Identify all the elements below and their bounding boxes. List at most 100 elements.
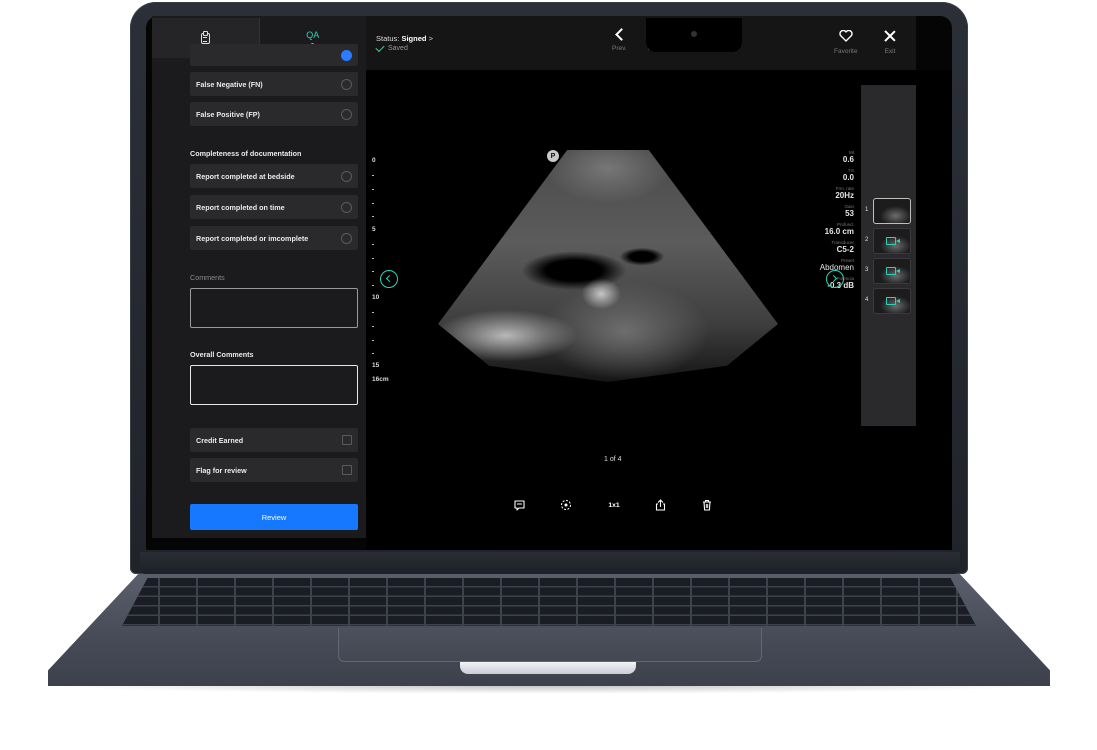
depth-tick [372, 216, 374, 217]
page-indicator: 1 of 4 [604, 456, 622, 463]
radio-selected[interactable] [341, 49, 352, 61]
thumbnail-strip [861, 85, 916, 426]
comments-input[interactable] [190, 288, 358, 328]
close-icon [884, 30, 896, 42]
depth-mark: 0 [372, 157, 376, 164]
depth-tick [372, 271, 374, 272]
keyboard-rows [122, 578, 976, 626]
option-false-positive[interactable]: False Positive (FP) [190, 102, 358, 126]
radio-on-time[interactable] [341, 201, 352, 213]
heart-icon [839, 30, 853, 42]
thumbnail-number: 4 [865, 297, 869, 303]
measure-button[interactable] [560, 499, 572, 511]
depth-tick [372, 189, 374, 190]
status[interactable]: Status: Signed > [376, 34, 433, 43]
option-label: Report completed on time [196, 202, 285, 212]
delete-button[interactable] [701, 499, 713, 511]
option-scrolled[interactable] [190, 44, 358, 66]
status-chevron: > [428, 34, 433, 43]
param-gain: Gain 53 [800, 204, 854, 218]
saved-indicator: Saved [375, 42, 408, 52]
param-value: 0.6 [842, 155, 854, 164]
collapse-panel-button[interactable] [380, 270, 398, 288]
depth-tick [372, 312, 374, 313]
radio-incomplete[interactable] [341, 232, 352, 244]
option-label: False Negative (FN) [196, 79, 263, 89]
saved-label: Saved [388, 45, 408, 52]
option-bedside[interactable]: Report completed at bedside [190, 164, 358, 188]
touch-icon [561, 500, 571, 510]
annotation-button[interactable] [513, 499, 525, 511]
param-value: 0.0 [842, 173, 854, 182]
depth-tick [372, 353, 374, 354]
viewer-header: Status: Signed > Saved Prev. Next Favori… [366, 16, 916, 70]
checkmark-icon [375, 42, 385, 52]
param-frame-rate: Frm. rate 20Hz [800, 186, 854, 200]
depth-tick [372, 258, 374, 259]
depth-tick [372, 175, 374, 176]
option-label: Report completed at bedside [196, 171, 295, 181]
favorite-button[interactable]: Favorite [834, 30, 857, 55]
depth-mark: 10 [372, 294, 380, 301]
depth-mark: 5 [372, 226, 376, 233]
completeness-title: Completeness of documentation [190, 149, 302, 158]
thumbnail-3[interactable] [873, 258, 911, 284]
prev-button[interactable]: Prev. [612, 28, 628, 52]
option-false-negative[interactable]: False Negative (FN) [190, 72, 358, 96]
exit-button[interactable]: Exit [884, 30, 896, 55]
thumbnail-2[interactable] [873, 228, 911, 254]
credit-earned-row[interactable]: Credit Earned [190, 428, 358, 452]
thumbnail-1[interactable] [873, 198, 911, 224]
share-button[interactable] [654, 499, 666, 511]
option-label: False Positive (FP) [196, 109, 260, 119]
expand-thumbnails-button[interactable] [826, 270, 844, 288]
depth-tick [372, 285, 374, 286]
thumbnail-number: 3 [865, 267, 869, 273]
video-icon [886, 297, 900, 305]
thumbnail-4[interactable] [873, 288, 911, 314]
overall-comments-input[interactable] [190, 365, 358, 405]
param-value: 20Hz [835, 191, 854, 200]
radio-bedside[interactable] [341, 170, 352, 182]
camera-notch [646, 18, 742, 52]
param-value: 53 [845, 209, 854, 218]
trash-icon [703, 499, 711, 511]
option-incomplete[interactable]: Report completed or imcomplete [190, 226, 358, 250]
radio-false-negative[interactable] [341, 78, 352, 90]
option-on-time[interactable]: Report completed on time [190, 195, 358, 219]
front-notch [460, 662, 636, 674]
status-value: Signed [401, 34, 427, 43]
comment-icon [513, 499, 525, 511]
status-prefix: Status: [376, 34, 400, 43]
qa-panel: QA False Negative (FN) False Positive (F… [152, 16, 366, 538]
param-value: Abdomen [819, 263, 854, 272]
share-icon [655, 499, 665, 511]
depth-tick [372, 340, 374, 341]
depth-mark: 15 [372, 362, 380, 369]
depth-max: 16cm [372, 376, 389, 383]
probe-orientation-marker: P [547, 150, 559, 162]
review-button[interactable]: Review [190, 504, 358, 530]
param-mi: MI 0.6 [800, 150, 854, 164]
option-label: Report completed or imcomplete [196, 233, 309, 243]
flag-review-row[interactable]: Flag for review [190, 458, 358, 482]
param-transducer: Transducer C5-2 [800, 240, 854, 254]
laptop-chin [140, 552, 960, 574]
checkbox-label: Credit Earned [196, 435, 244, 445]
radio-false-positive[interactable] [341, 108, 352, 120]
comments-label: Comments [190, 273, 225, 282]
layout-button[interactable]: 1x1 [607, 499, 621, 511]
prev-label: Prev. [612, 45, 627, 52]
favorite-label: Favorite [834, 48, 858, 55]
flag-review-checkbox[interactable] [342, 465, 352, 475]
param-value: C5-2 [836, 245, 854, 254]
credit-earned-checkbox[interactable] [342, 435, 352, 445]
param-preset: Preset Abdomen [800, 258, 854, 272]
checkbox-label: Flag for review [196, 465, 247, 475]
camera-icon [691, 31, 697, 37]
layout-label: 1x1 [608, 501, 620, 509]
exit-label: Exit [884, 48, 896, 55]
thumbnail-number: 2 [865, 237, 869, 243]
tab-qa-label: QA [306, 30, 320, 40]
param-value: 16.0 cm [824, 227, 854, 236]
